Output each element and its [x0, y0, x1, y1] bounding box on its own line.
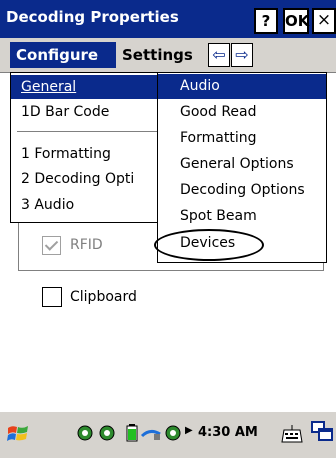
clipboard-label[interactable]: Clipboard	[70, 287, 137, 307]
menu-separator	[17, 131, 157, 132]
close-button[interactable]: ×	[312, 8, 336, 34]
configure-menu[interactable]: Configure	[10, 42, 116, 68]
menu-bar: Configure Settings ⇦ ⇨	[0, 38, 336, 73]
left-arrow-icon[interactable]: ⇦	[208, 43, 230, 67]
menu-item-1d-bar-code[interactable]: 1D Bar Code	[11, 100, 161, 124]
window-title: Decoding Properties	[6, 8, 179, 26]
menu-item-general[interactable]: General	[11, 75, 161, 99]
title-bar: Decoding Properties ? OK ×	[0, 0, 336, 38]
submenu-item-good-read[interactable]: Good Read	[158, 100, 326, 125]
menu-item-formatting[interactable]: 1 Formatting	[11, 142, 161, 166]
submenu-item-decoding-options[interactable]: Decoding Options	[158, 178, 326, 203]
submenu-item-formatting[interactable]: Formatting	[158, 126, 326, 151]
menu-item-label: General	[21, 79, 77, 95]
submenu-item-general-options[interactable]: General Options	[158, 152, 326, 177]
rfid-checkbox	[42, 236, 61, 255]
clock[interactable]: 4:30 AM	[198, 424, 258, 442]
highlight-ellipse	[154, 229, 264, 261]
clipboard-checkbox[interactable]	[42, 287, 62, 307]
sync-icon[interactable]	[76, 424, 94, 442]
rfid-label: RFID	[70, 237, 103, 253]
ok-button[interactable]: OK	[283, 8, 309, 34]
windows-icon[interactable]	[310, 420, 334, 444]
configure-dropdown: General 1D Bar Code 1 Formatting 2 Decod…	[10, 72, 162, 223]
keyboard-icon[interactable]	[280, 422, 304, 444]
tray-expand-icon[interactable]: ▶	[185, 425, 193, 436]
menu-item-decoding-options[interactable]: 2 Decoding Opti	[11, 167, 161, 191]
battery-icon[interactable]	[126, 424, 138, 442]
sync-icon[interactable]	[98, 424, 116, 442]
submenu-item-spot-beam[interactable]: Spot Beam	[158, 204, 326, 229]
right-arrow-icon[interactable]: ⇨	[231, 43, 253, 67]
help-button[interactable]: ?	[254, 8, 278, 34]
start-icon[interactable]	[6, 422, 30, 446]
taskbar: ▶ 4:30 AM	[0, 411, 336, 458]
network-icon[interactable]	[140, 424, 162, 442]
sync-icon[interactable]	[164, 424, 182, 442]
submenu-item-audio[interactable]: Audio	[158, 74, 326, 99]
settings-menu[interactable]: Settings	[116, 42, 206, 68]
menu-item-audio[interactable]: 3 Audio	[11, 193, 161, 217]
